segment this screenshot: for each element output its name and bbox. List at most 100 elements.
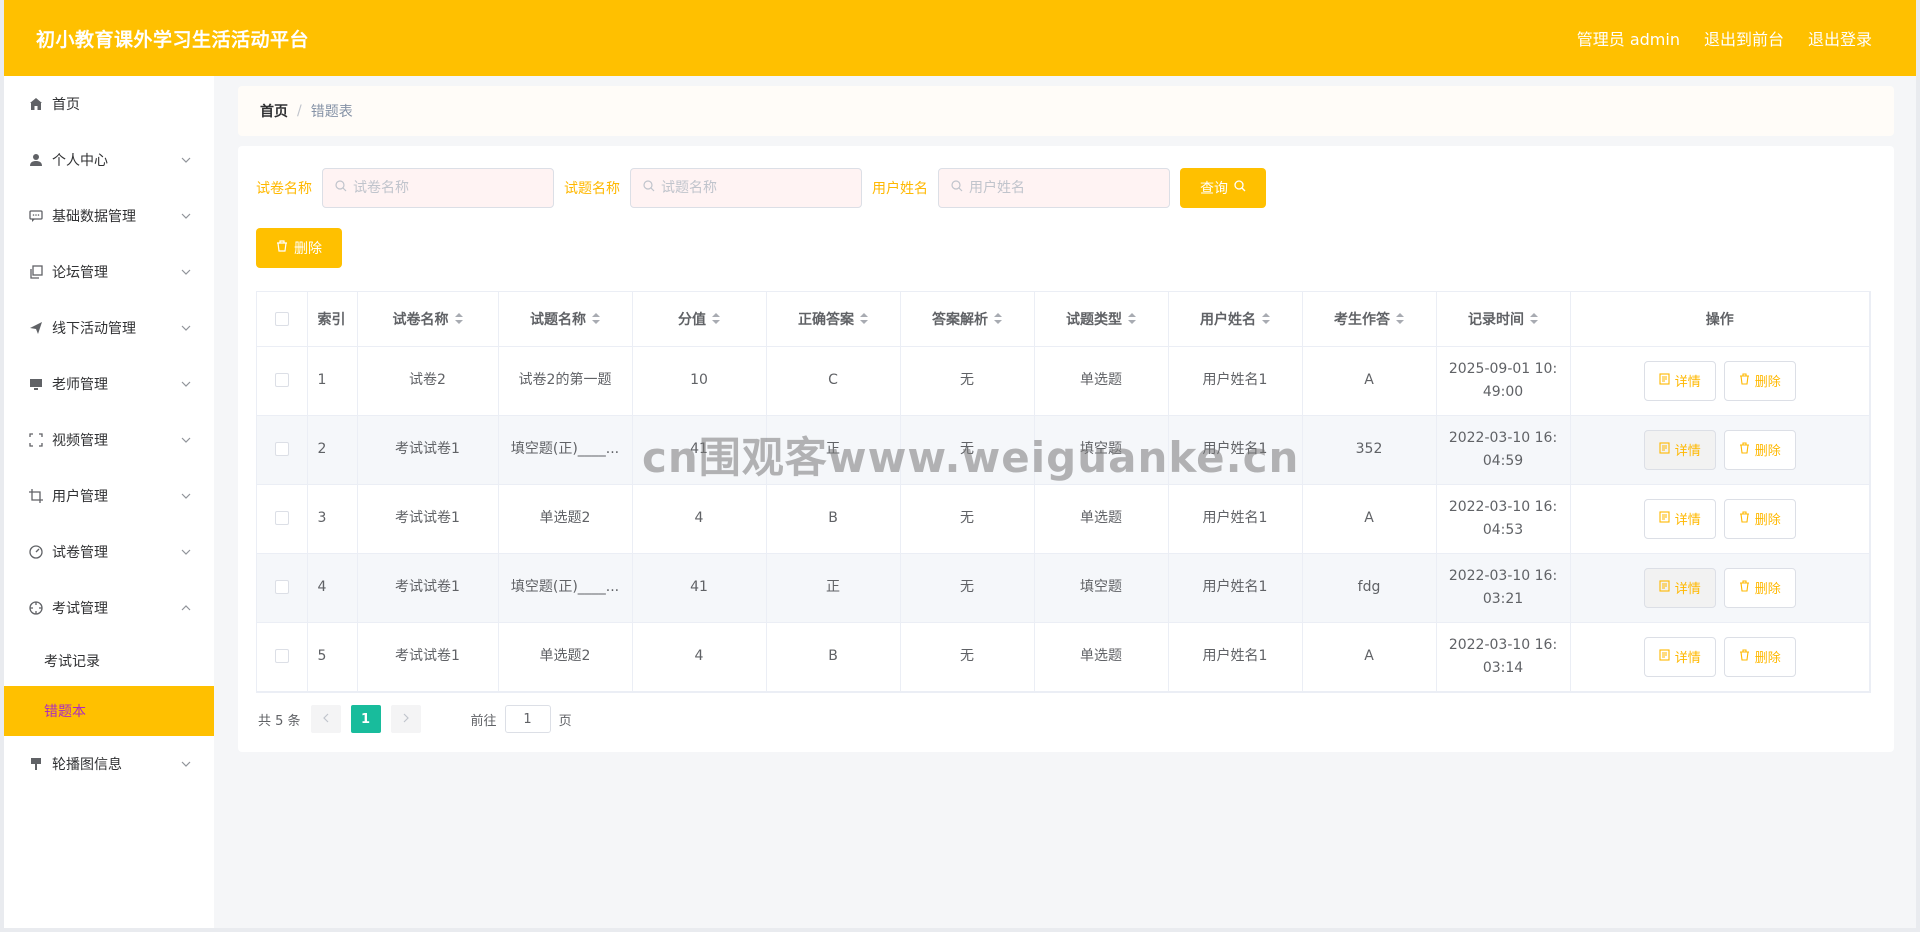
sidebar-sub-wrong-book[interactable]: 错题本	[4, 686, 214, 736]
cell-record-time: 2022-03-10 16:03:21	[1436, 553, 1571, 623]
chevron-up-icon	[180, 602, 192, 614]
user-name-input[interactable]	[969, 180, 1159, 196]
trash-icon	[1739, 372, 1750, 389]
sidebar-item-forum[interactable]: 论坛管理	[4, 244, 214, 300]
header-analysis[interactable]: 答案解析	[900, 292, 1035, 347]
header-score[interactable]: 分值	[632, 292, 767, 347]
sidebar-sub-exam-record[interactable]: 考试记录	[4, 636, 214, 686]
header-paper-name[interactable]: 试卷名称	[357, 292, 499, 347]
row-delete-button[interactable]: 删除	[1723, 636, 1796, 677]
sidebar-item-basic-data[interactable]: 基础数据管理	[4, 188, 214, 244]
sort-icon[interactable]	[994, 312, 1002, 328]
paper-name-field[interactable]	[322, 168, 554, 208]
sidebar-item-offline-activity[interactable]: 线下活动管理	[4, 300, 214, 356]
row-checkbox[interactable]	[257, 346, 308, 416]
search-icon	[335, 180, 347, 196]
query-button[interactable]: 查询	[1180, 168, 1266, 208]
cell-operations: 详情 删除	[1570, 622, 1870, 692]
row-delete-button[interactable]: 删除	[1723, 429, 1796, 470]
row-checkbox[interactable]	[257, 484, 308, 554]
page-number-current[interactable]: 1	[350, 705, 381, 733]
row-delete-button[interactable]: 删除	[1723, 360, 1796, 401]
batch-delete-button[interactable]: 删除	[256, 228, 342, 268]
row-checkbox[interactable]	[257, 415, 308, 485]
sidebar-item-paper[interactable]: 试卷管理	[4, 524, 214, 580]
next-page-button[interactable]	[390, 705, 421, 733]
cell-correct-answer: 正	[766, 553, 901, 623]
sidebar-item-profile[interactable]: 个人中心	[4, 132, 214, 188]
header-user-name[interactable]: 用户姓名	[1168, 292, 1303, 347]
cell-question-type: 单选题	[1034, 346, 1169, 416]
row-checkbox[interactable]	[257, 553, 308, 623]
sort-icon[interactable]	[1396, 312, 1404, 328]
cell-index: 2	[307, 415, 358, 485]
cell-operations: 详情 删除	[1570, 415, 1870, 485]
sidebar-item-carousel[interactable]: 轮播图信息	[4, 736, 214, 792]
sort-icon[interactable]	[592, 312, 600, 328]
cell-record-time: 2022-03-10 16:04:59	[1436, 415, 1571, 485]
home-icon	[28, 96, 44, 112]
sidebar: 首页 个人中心 基础数据管理 论坛管理 线下活动管理 老师管理 视频管理 用户管…	[4, 76, 214, 928]
prev-page-button[interactable]	[310, 705, 341, 733]
cell-operations: 详情 删除	[1570, 346, 1870, 416]
select-all-checkbox[interactable]	[257, 292, 308, 347]
sort-icon[interactable]	[1262, 312, 1270, 328]
cell-question-type: 填空题	[1034, 415, 1169, 485]
cell-index: 3	[307, 484, 358, 554]
sidebar-item-user[interactable]: 用户管理	[4, 468, 214, 524]
detail-button[interactable]: 详情	[1643, 567, 1716, 608]
sidebar-item-home[interactable]: 首页	[4, 76, 214, 132]
sort-icon[interactable]	[454, 312, 463, 328]
breadcrumb-separator: /	[297, 103, 302, 119]
chevron-down-icon	[180, 322, 192, 334]
sidebar-item-teacher[interactable]: 老师管理	[4, 356, 214, 412]
page-jump-input[interactable]	[504, 705, 551, 733]
pagination-total: 共 5 条	[258, 713, 301, 729]
table-body: 1 试卷2 试卷2的第一题 10 C 无单选题 用户姓名1 A 2025-09-01 10:49…	[257, 346, 1870, 692]
sort-icon[interactable]	[1128, 312, 1136, 328]
detail-button[interactable]: 详情	[1643, 429, 1716, 470]
cell-user-name: 用户姓名1	[1168, 622, 1303, 692]
sort-icon[interactable]	[1530, 312, 1538, 328]
row-checkbox[interactable]	[257, 622, 308, 692]
search-icon	[951, 180, 963, 196]
question-name-input[interactable]	[661, 180, 851, 196]
logout-link[interactable]: 退出登录	[1808, 26, 1872, 50]
cell-user-answer: fdg	[1302, 553, 1437, 623]
chevron-down-icon	[180, 154, 192, 166]
admin-label: 管理员 admin	[1576, 30, 1680, 49]
paper-name-input[interactable]	[353, 180, 543, 196]
detail-button[interactable]: 详情	[1643, 498, 1716, 539]
user-name-field[interactable]	[938, 168, 1170, 208]
table-row: 3 考试试卷1 单选题2 4 B 无单选题 用户姓名1 A 2022-03-10 16:04:5…	[257, 484, 1870, 554]
chat-icon	[28, 208, 44, 224]
header-correct-answer[interactable]: 正确答案	[766, 292, 901, 347]
header-user-answer[interactable]: 考生作答	[1302, 292, 1437, 347]
trash-icon	[1739, 579, 1750, 596]
copy-icon	[28, 264, 44, 280]
cell-user-answer: A	[1302, 484, 1437, 554]
sort-icon[interactable]	[712, 312, 720, 328]
cell-correct-answer: C	[766, 346, 901, 416]
header-question-type[interactable]: 试题类型	[1034, 292, 1169, 347]
row-delete-button[interactable]: 删除	[1723, 567, 1796, 608]
back-to-front-link[interactable]: 退出到前台	[1704, 26, 1784, 50]
header-index: 索引	[307, 292, 358, 347]
header-question-name[interactable]: 试题名称	[498, 292, 633, 347]
detail-button[interactable]: 详情	[1643, 636, 1716, 677]
header-record-time[interactable]: 记录时间	[1436, 292, 1571, 347]
question-name-field[interactable]	[630, 168, 862, 208]
sort-icon[interactable]	[860, 312, 868, 328]
search-form: 试卷名称 试题名称 用户姓名 查询	[256, 168, 1266, 208]
search-icon	[643, 180, 655, 196]
breadcrumb-home[interactable]: 首页	[260, 101, 288, 121]
detail-button[interactable]: 详情	[1643, 360, 1716, 401]
sidebar-item-exam[interactable]: 考试管理	[4, 580, 214, 636]
crop-icon	[28, 488, 44, 504]
paper-name-label: 试卷名称	[256, 181, 312, 197]
row-delete-button[interactable]: 删除	[1723, 498, 1796, 539]
sidebar-item-video[interactable]: 视频管理	[4, 412, 214, 468]
cell-analysis: 无	[900, 346, 1035, 416]
chevron-down-icon	[180, 546, 192, 558]
breadcrumb: 首页 / 错题表	[238, 86, 1894, 136]
